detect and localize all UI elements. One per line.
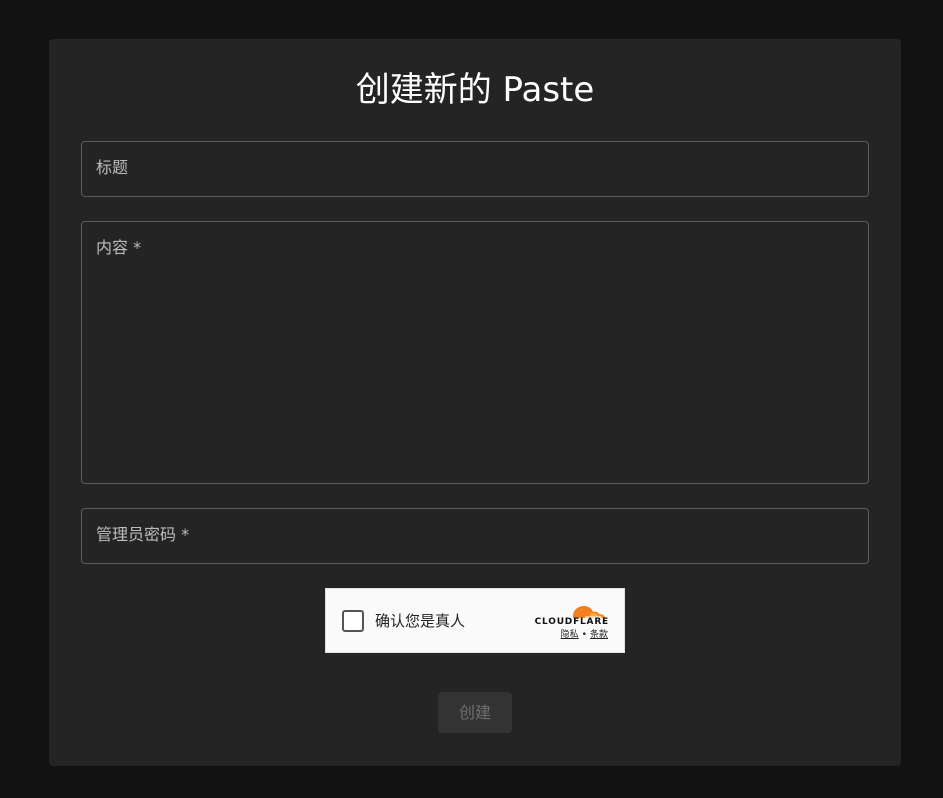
link-separator: •	[581, 630, 587, 640]
create-button[interactable]: 创建	[438, 692, 512, 733]
title-input-label: 标题	[96, 158, 129, 177]
captcha-footer-links: 隐私 • 条款	[561, 630, 608, 641]
content-textarea-label: 内容 *	[96, 238, 142, 257]
title-input[interactable]: 标题	[81, 141, 869, 197]
admin-password-label: 管理员密码 *	[96, 525, 190, 544]
human-verification-label: 确认您是真人	[375, 612, 466, 630]
admin-password-input[interactable]: 管理员密码 *	[81, 508, 869, 564]
content-textarea[interactable]: 内容 *	[81, 221, 869, 484]
human-verification-checkbox[interactable]	[342, 610, 364, 632]
cloudflare-turnstile-widget: 确认您是真人 CLOUDFLARE 隐私 • 条款	[325, 588, 625, 653]
page-title: 创建新的 Paste	[355, 70, 595, 110]
terms-link[interactable]: 条款	[590, 630, 608, 640]
privacy-link[interactable]: 隐私	[561, 630, 579, 640]
paste-form-card: 创建新的 Paste 标题 内容 * 管理员密码 * 确认您是真人 CLOUDF…	[49, 39, 901, 766]
cloudflare-logo-text: CLOUDFLARE	[534, 617, 609, 627]
